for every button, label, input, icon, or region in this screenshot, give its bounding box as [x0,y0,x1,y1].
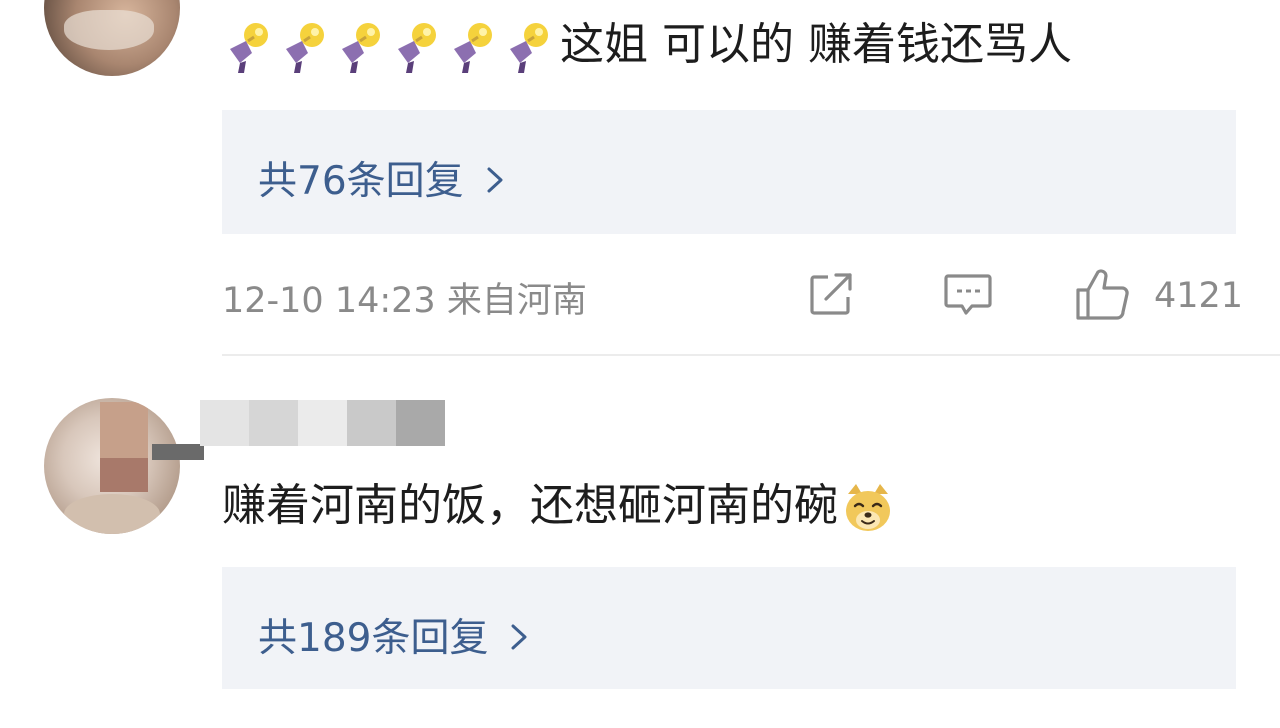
bulb-emoji [446,19,500,75]
avatar[interactable] [44,0,180,76]
avatar[interactable] [44,398,180,534]
mosaic-block [249,400,298,446]
avatar-mosaic [64,494,160,534]
comment-body: 这姐 可以的 赚着钱还骂人 [560,19,1072,70]
replies-expander[interactable]: 共76条回复 [222,110,1236,234]
bulb-emoji [278,19,332,75]
bulb-emoji [222,19,276,75]
thumbs-up-icon [1074,266,1130,326]
share-icon [806,269,856,323]
replies-count-text: 共189条回复 [258,616,489,661]
mosaic-block [347,400,396,446]
avatar-mosaic [100,402,148,462]
avatar-mosaic [100,458,148,492]
share-button[interactable] [806,268,856,324]
comment-divider [222,354,1280,356]
replies-label[interactable]: 共76条回复 [258,150,504,206]
emoji-row [222,19,556,75]
avatar-shade [64,10,154,50]
mosaic-block [298,400,347,446]
comment-text: 赚着河南的饭，还想砸河南的碗 [222,478,894,534]
bulb-emoji [334,19,388,75]
comment-meta: 12-10 14:23 来自河南 [222,281,587,321]
comment-button[interactable] [942,268,994,324]
like-count: 4121 [1154,276,1244,316]
bulb-emoji [502,19,556,75]
comment-icon [942,268,994,324]
chevron-right-icon [510,620,528,660]
comment-body: 赚着河南的饭，还想砸河南的碗 [222,480,838,531]
username-blur-edge [152,444,204,460]
doge-emoji [842,482,894,534]
bulb-emoji [390,19,444,75]
replies-label[interactable]: 共189条回复 [258,607,528,663]
mosaic-block [200,400,249,446]
replies-count-text: 共76条回复 [258,159,464,204]
mosaic-block [396,400,445,446]
username-blurred[interactable] [200,400,445,446]
like-button[interactable]: 4121 [1074,268,1243,324]
chevron-right-icon [486,163,504,203]
comment-text: 这姐 可以的 赚着钱还骂人 [222,17,1072,75]
replies-expander[interactable]: 共189条回复 [222,567,1236,689]
